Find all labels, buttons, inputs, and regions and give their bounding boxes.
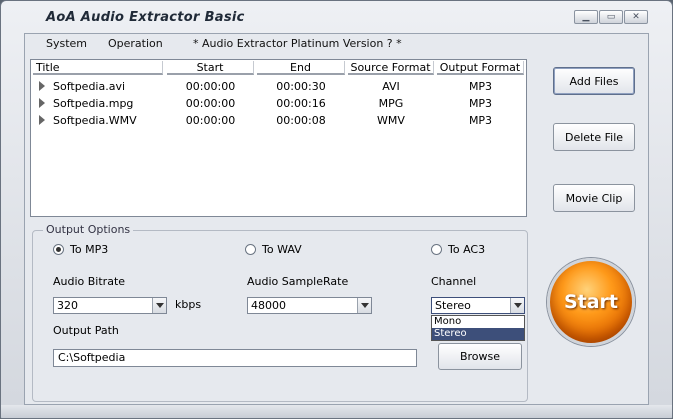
- browse-button[interactable]: Browse: [438, 343, 522, 370]
- list-header: Title Start End Source Format Output For…: [31, 60, 526, 77]
- add-files-button[interactable]: Add Files: [553, 67, 635, 95]
- table-row[interactable]: Softpedia.WMV 00:00:00 00:00:08 WMV MP3: [31, 112, 526, 129]
- col-start[interactable]: Start: [167, 61, 254, 75]
- radio-to-wav[interactable]: To WAV: [245, 243, 302, 256]
- menu-bar: System Operation * Audio Extractor Plati…: [25, 34, 647, 54]
- maximize-button[interactable]: ▭: [599, 10, 623, 24]
- app-window: AoA Audio Extractor Basic ▁ ▭ ✕ System O…: [0, 0, 673, 419]
- maximize-icon: ▭: [606, 12, 616, 22]
- radio-to-mp3[interactable]: To MP3: [53, 243, 108, 256]
- output-path-label: Output Path: [53, 324, 119, 337]
- menu-operation[interactable]: Operation: [108, 37, 163, 50]
- play-icon: [39, 115, 45, 125]
- play-icon: [39, 98, 45, 108]
- col-end[interactable]: End: [257, 61, 345, 75]
- title-bar: AoA Audio Extractor Basic ▁ ▭ ✕: [1, 1, 672, 33]
- movie-clip-button[interactable]: Movie Clip: [553, 184, 635, 212]
- dropdown-arrow-icon[interactable]: [357, 298, 371, 313]
- file-list[interactable]: Title Start End Source Format Output For…: [30, 59, 527, 217]
- radio-checked-icon: [53, 244, 64, 255]
- channel-select[interactable]: Stereo: [431, 297, 525, 314]
- minimize-button[interactable]: ▁: [574, 10, 598, 24]
- audio-bitrate-label: Audio Bitrate: [53, 275, 126, 288]
- minimize-icon: ▁: [582, 12, 590, 22]
- close-icon: ✕: [632, 12, 640, 22]
- radio-unchecked-icon: [431, 244, 442, 255]
- col-output-format[interactable]: Output Format: [437, 61, 524, 75]
- channel-option-stereo[interactable]: Stereo: [432, 328, 524, 340]
- delete-file-button[interactable]: Delete File: [553, 123, 635, 151]
- col-title[interactable]: Title: [33, 61, 163, 75]
- dropdown-arrow-icon[interactable]: [510, 298, 524, 313]
- radio-unchecked-icon: [245, 244, 256, 255]
- col-source-format[interactable]: Source Format: [348, 61, 434, 75]
- kbps-label: kbps: [175, 298, 202, 311]
- dropdown-arrow-icon[interactable]: [152, 298, 166, 313]
- table-row[interactable]: Softpedia.mpg 00:00:00 00:00:16 MPG MP3: [31, 95, 526, 112]
- channel-label: Channel: [431, 275, 477, 288]
- bottom-bar: [1, 405, 672, 418]
- audio-samplerate-label: Audio SampleRate: [247, 275, 349, 288]
- output-path-input[interactable]: C:\Softpedia: [53, 349, 417, 367]
- channel-dropdown-list: Mono Stereo: [431, 315, 525, 341]
- audio-bitrate-select[interactable]: 320: [53, 297, 167, 314]
- output-options-label: Output Options: [43, 223, 134, 236]
- table-row[interactable]: Softpedia.avi 00:00:00 00:00:30 AVI MP3: [31, 78, 526, 95]
- window-title: AoA Audio Extractor Basic: [46, 10, 245, 25]
- menu-system[interactable]: System: [46, 37, 87, 50]
- menu-platinum-version[interactable]: * Audio Extractor Platinum Version ? *: [193, 37, 402, 50]
- start-button[interactable]: Start: [547, 258, 635, 346]
- channel-option-mono[interactable]: Mono: [432, 316, 524, 328]
- audio-samplerate-select[interactable]: 48000: [247, 297, 372, 314]
- radio-to-ac3[interactable]: To AC3: [431, 243, 485, 256]
- play-icon: [39, 81, 45, 91]
- close-button[interactable]: ✕: [624, 10, 648, 24]
